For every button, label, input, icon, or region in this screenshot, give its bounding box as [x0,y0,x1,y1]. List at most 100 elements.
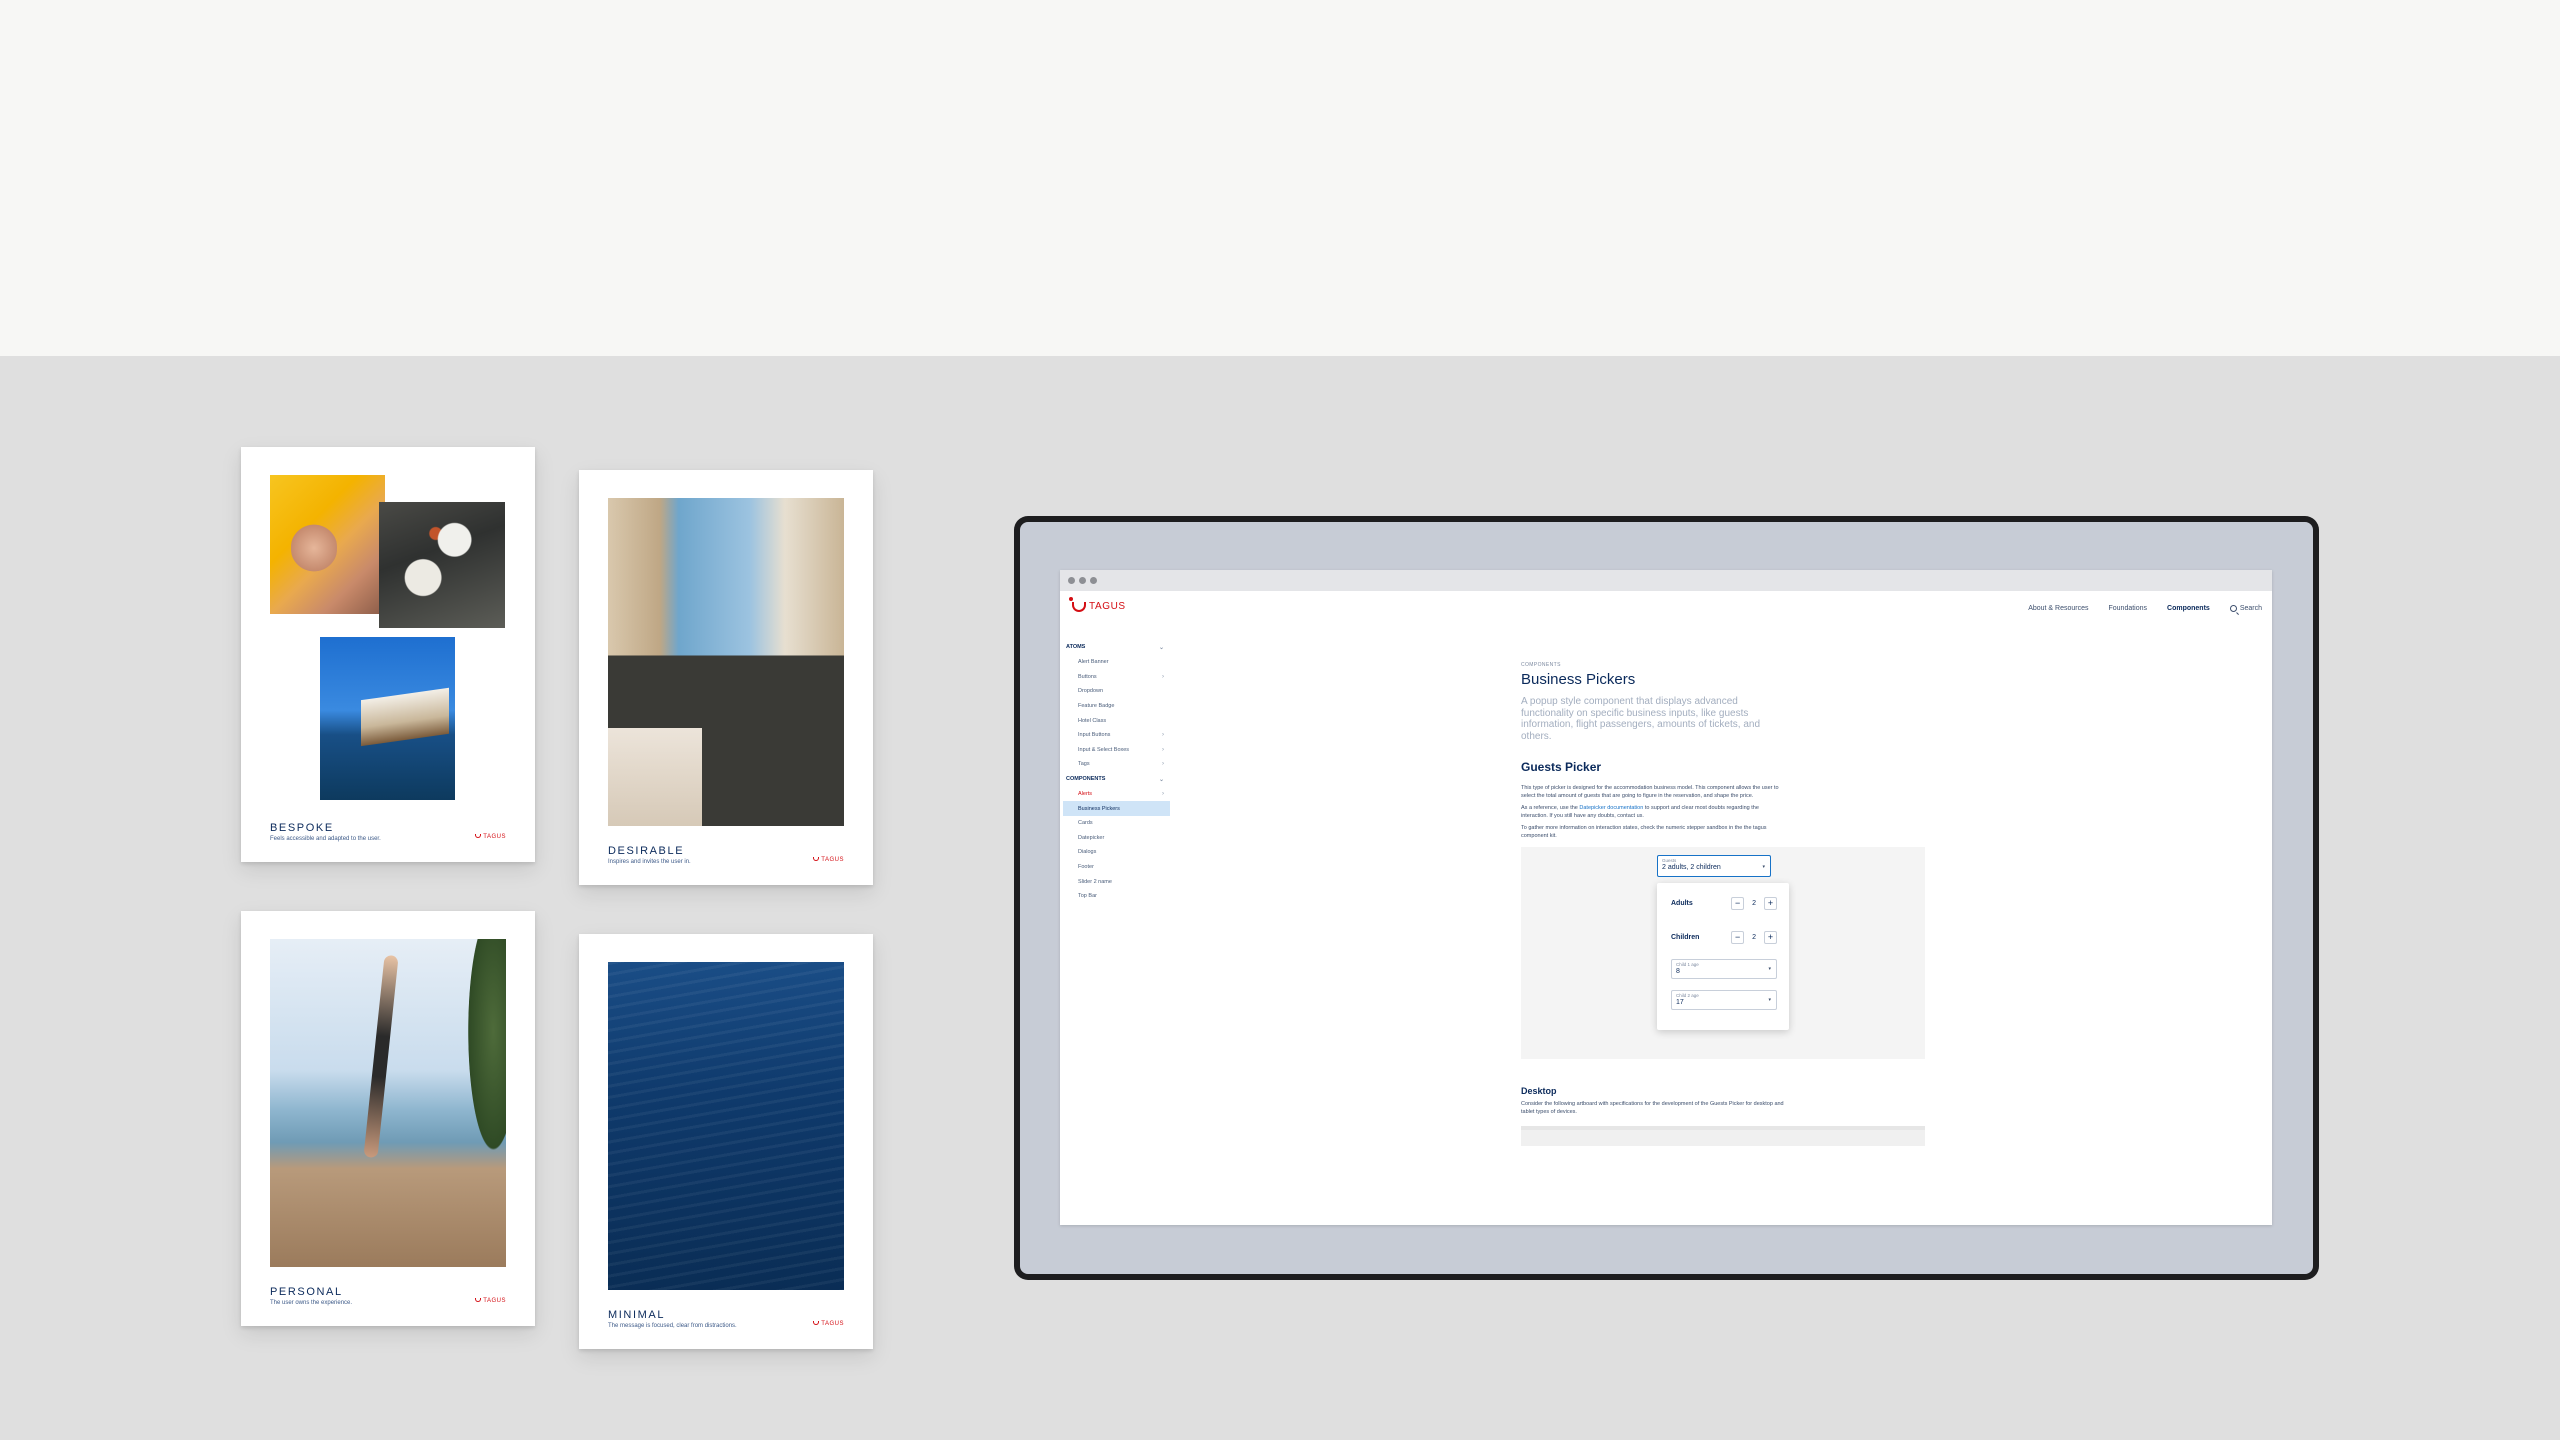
sidebar-item-input-buttons[interactable]: Input Buttons › [1060,728,1170,743]
adults-minus-button[interactable]: − [1731,897,1745,910]
caret-down-icon: ▾ [1768,997,1771,1003]
search-label: Search [2239,605,2262,612]
smile-logo-icon [1069,596,1086,612]
card-tagline: The user owns the experience. [270,1300,353,1306]
chevron-right-icon: › [1162,761,1164,768]
paragraph-reference: As a reference, use the Datepicker docum… [1521,805,1759,819]
chevron-right-icon: › [1162,673,1164,680]
poster-card-bespoke: BESPOKE Feels accessible and adapted to … [241,447,535,862]
site-logo[interactable]: TAGUS [1069,596,1126,612]
paragraph-intro: This type of picker is designed for the … [1521,785,1779,799]
photo-bedroom [608,498,844,826]
adults-row: Adults − 2 + [1671,897,1777,910]
nav-about-resources[interactable]: About & Resources [2028,605,2088,612]
caret-down-icon: ▾ [1762,864,1765,870]
chevron-right-icon: › [1162,732,1164,739]
poster-card-desirable: DESIRABLE Inspires and invites the user … [579,470,873,885]
card-tagline: Inspires and invites the user in. [608,859,691,865]
sidebar-item-feature-badge[interactable]: Feature Badge [1060,699,1170,714]
nav-components[interactable]: Components [2167,605,2210,612]
adults-stepper: − 2 + [1731,897,1777,910]
adults-count: 2 [1752,900,1756,907]
window-close-dot[interactable] [1068,577,1075,584]
sidebar-item-slider[interactable]: Slider 2 name [1060,874,1170,889]
adults-plus-button[interactable]: + [1764,897,1777,910]
children-minus-button[interactable]: − [1731,931,1745,944]
children-label: Children [1671,934,1700,941]
smile-logo-icon [475,834,482,838]
guests-select-value: 2 adults, 2 children [1662,864,1721,871]
card-brand-logo: TAGUS [475,834,506,840]
window-zoom-dot[interactable] [1090,577,1097,584]
poster-card-personal: PERSONAL The user owns the experience. T… [241,911,535,1326]
child-1-age-select[interactable]: Child 1 age 8 ▾ [1671,959,1777,979]
card-word: MINIMAL [608,1309,666,1321]
guests-select[interactable]: Guests 2 adults, 2 children ▾ [1657,855,1771,877]
smile-logo-icon [813,857,820,861]
section-title-desktop: Desktop [1521,1086,1557,1096]
sidebar-item-business-pickers[interactable]: Business Pickers [1063,801,1170,816]
chevron-down-icon: ⌄ [1158,776,1164,783]
card-tagline: The message is focused, clear from distr… [608,1323,737,1329]
card-brand-logo: TAGUS [475,1298,506,1304]
card-tagline: Feels accessible and adapted to the user… [270,836,381,842]
sidebar-item-hotel-class[interactable]: Hotel Class [1060,713,1170,728]
children-plus-button[interactable]: + [1764,931,1777,944]
card-word: BESPOKE [270,822,334,834]
doc-content: COMPONENTS Business Pickers A popup styl… [1521,662,1925,1146]
sidebar-item-input-select-boxes[interactable]: Input & Select Boxes › [1060,743,1170,758]
sidebar-item-footer[interactable]: Footer [1060,860,1170,875]
sidebar-group-atoms[interactable]: ATOMS ⌄ [1060,640,1170,655]
chevron-down-icon: ⌄ [1158,645,1164,651]
page-lead: A popup style component that displays ad… [1521,696,1761,742]
child-2-age-select[interactable]: Child 2 age 17 ▾ [1671,990,1777,1010]
sidebar-item-alert-banner[interactable]: Alert Banner [1060,655,1170,670]
sidebar-item-datepicker[interactable]: Datepicker [1060,831,1170,846]
nav-foundations[interactable]: Foundations [2109,605,2148,612]
chevron-right-icon: › [1162,791,1164,798]
card-caption: PERSONAL The user owns the experience. T… [270,1286,506,1306]
children-row: Children − 2 + [1671,931,1777,944]
sidebar-item-tags[interactable]: Tags › [1060,757,1170,772]
photo-boat [320,637,455,800]
main-nav: About & Resources Foundations Components… [2028,605,2262,612]
children-count: 2 [1752,934,1756,941]
card-caption: BESPOKE Feels accessible and adapted to … [270,822,506,842]
section-title-guests-picker: Guests Picker [1521,760,1602,774]
card-brand-logo: TAGUS [813,1321,844,1327]
photo-food-table [379,502,505,628]
card-caption: MINIMAL The message is focused, clear fr… [608,1309,844,1329]
card-word: DESIRABLE [608,845,685,857]
adults-label: Adults [1671,900,1693,907]
photo-family [270,475,385,614]
sidebar-item-dropdown[interactable]: Dropdown [1060,684,1170,699]
sidebar-item-cards[interactable]: Cards [1060,816,1170,831]
smile-logo-icon [475,1298,482,1302]
breadcrumb[interactable]: COMPONENTS [1521,662,1801,668]
card-caption: DESIRABLE Inspires and invites the user … [608,845,844,865]
poster-card-minimal: MINIMAL The message is focused, clear fr… [579,934,873,1349]
desktop-artboard-preview [1521,1126,1925,1146]
sidebar-nav: ATOMS ⌄ Alert Banner Buttons › Dropdown Fe… [1060,640,1170,904]
search-button[interactable]: Search [2229,605,2262,612]
sidebar-item-buttons[interactable]: Buttons › [1060,670,1170,685]
logo-text: TAGUS [1089,601,1126,612]
chevron-right-icon: › [1162,746,1164,753]
guests-picker-demo: Guests 2 adults, 2 children ▾ Adults − 2… [1521,847,1925,1059]
search-icon [2229,605,2237,612]
window-minimize-dot[interactable] [1079,577,1086,584]
guests-select-label: Guests [1662,858,1677,863]
photo-yoga [270,939,506,1267]
photo-water [608,962,844,1290]
browser-titlebar [1060,570,2272,591]
sidebar-item-dialogs[interactable]: Dialogs [1060,845,1170,860]
smile-logo-icon [813,1321,820,1325]
site-header: TAGUS About & Resources Foundations Comp… [1060,591,2272,625]
card-word: PERSONAL [270,1286,343,1298]
sidebar-item-alerts[interactable]: Alerts › [1060,787,1170,802]
datepicker-doc-link[interactable]: Datepicker documentation [1579,805,1643,811]
browser-window: TAGUS About & Resources Foundations Comp… [1060,570,2272,1225]
card-brand-logo: TAGUS [813,857,844,863]
sidebar-group-components[interactable]: COMPONENTS ⌄ [1060,772,1170,787]
sidebar-item-top-bar[interactable]: Top Bar [1060,889,1170,904]
